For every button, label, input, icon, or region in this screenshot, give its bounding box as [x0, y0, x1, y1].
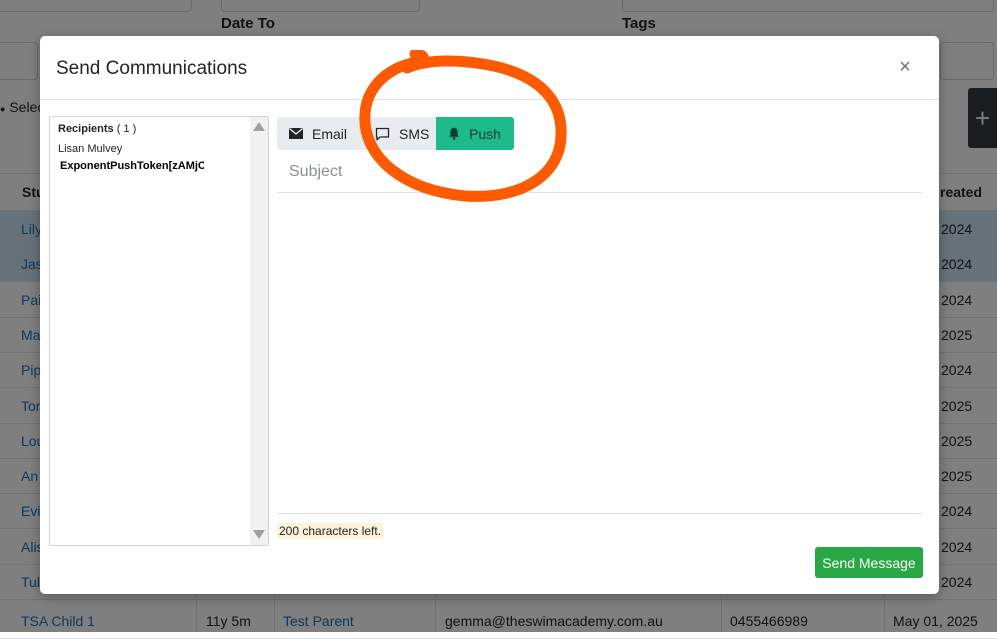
recipients-label: Recipients	[58, 123, 114, 135]
envelope-icon	[289, 128, 303, 139]
send-communications-modal: Send Communications × Recipients ( 1 ) L…	[40, 36, 939, 594]
send-message-button[interactable]: Send Message	[815, 547, 923, 578]
bell-icon	[449, 127, 459, 140]
recipient-push-token: ExponentPushToken[zAMjCS	[60, 160, 204, 172]
tab-sms-label: SMS	[399, 125, 430, 142]
recipients-list[interactable]: Recipients ( 1 ) Lisan Mulvey ExponentPu…	[49, 116, 269, 546]
recipients-header: Recipients ( 1 )	[58, 123, 136, 135]
scroll-up-arrow-icon[interactable]	[253, 122, 265, 131]
recipients-scrollbar[interactable]	[250, 117, 268, 545]
recipient-name: Lisan Mulvey	[58, 143, 123, 155]
tab-email-label: Email	[312, 125, 348, 142]
characters-left-counter: 200 characters left.	[277, 523, 384, 539]
close-icon[interactable]: ×	[896, 56, 914, 78]
tab-email[interactable]: Email	[277, 117, 363, 150]
tab-push[interactable]: Push	[436, 117, 514, 150]
channel-tabs: Email SMS Push	[277, 117, 514, 150]
modal-title: Send Communications	[56, 58, 248, 79]
tab-sms[interactable]: SMS	[363, 117, 436, 150]
recipients-count: ( 1 )	[116, 123, 137, 135]
chat-bubble-icon	[375, 127, 390, 140]
subject-input[interactable]	[277, 151, 922, 193]
message-textarea[interactable]	[277, 194, 922, 514]
modal-header: Send Communications ×	[40, 36, 939, 100]
tab-push-label: Push	[469, 125, 501, 142]
scroll-down-arrow-icon[interactable]	[253, 530, 265, 539]
